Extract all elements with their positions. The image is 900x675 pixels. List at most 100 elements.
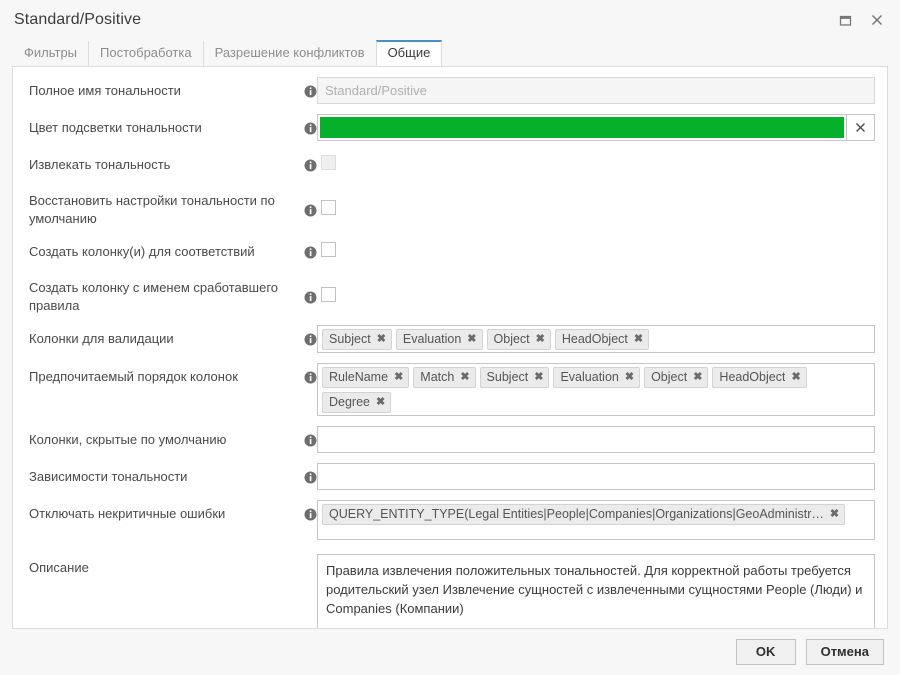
chip-label: Object bbox=[493, 332, 530, 346]
label-validation-columns: Колонки для валидации bbox=[17, 325, 317, 348]
chip-remove-icon[interactable]: ✖ bbox=[693, 369, 702, 385]
restore-window-button[interactable] bbox=[832, 7, 858, 33]
chip-label: Evaluation bbox=[560, 370, 619, 384]
form-row-description: Описание Правила извлечения положительны… bbox=[17, 554, 875, 628]
chip[interactable]: Subject ✖ bbox=[322, 329, 392, 350]
hidden-columns-input[interactable] bbox=[317, 426, 875, 453]
tonality-dependencies-input[interactable] bbox=[317, 463, 875, 490]
chip[interactable]: RuleName ✖ bbox=[322, 367, 410, 388]
info-icon[interactable] bbox=[304, 159, 317, 172]
tab-general[interactable]: Общие bbox=[375, 40, 443, 66]
field-full-name bbox=[317, 77, 875, 104]
color-swatch-button[interactable] bbox=[317, 114, 847, 141]
chip-remove-icon[interactable]: ✖ bbox=[377, 331, 386, 347]
cancel-button[interactable]: Отмена bbox=[805, 639, 884, 665]
form-row-highlight-color: Цвет подсветки тональности bbox=[17, 114, 875, 141]
field-suppress-errors: QUERY_ENTITY_TYPE(Legal Entities|People|… bbox=[317, 500, 875, 540]
chip[interactable]: Subject ✖ bbox=[479, 367, 550, 388]
chip[interactable]: Match ✖ bbox=[413, 367, 476, 388]
info-icon[interactable] bbox=[304, 371, 317, 384]
chip-remove-icon[interactable]: ✖ bbox=[625, 369, 634, 385]
chip-remove-icon[interactable]: ✖ bbox=[791, 369, 800, 385]
chip-label: Match bbox=[420, 370, 455, 384]
form-row-preferred-column-order: Предпочитаемый порядок колонок RuleName ✖… bbox=[17, 363, 875, 416]
field-restore-defaults bbox=[317, 187, 875, 215]
info-icon[interactable] bbox=[304, 508, 317, 521]
window-controls bbox=[832, 7, 890, 33]
chip-label: Subject bbox=[329, 332, 371, 346]
field-create-rule-name-column bbox=[317, 274, 875, 302]
chip-label: Degree bbox=[329, 395, 370, 409]
info-icon[interactable] bbox=[304, 333, 317, 346]
info-icon[interactable] bbox=[304, 291, 317, 304]
label-preferred-column-order: Предпочитаемый порядок колонок bbox=[17, 363, 317, 386]
chip[interactable]: QUERY_ENTITY_TYPE(Legal Entities|People|… bbox=[322, 504, 846, 525]
tab-postprocessing[interactable]: Постобработка bbox=[88, 41, 203, 66]
create-match-columns-checkbox[interactable] bbox=[321, 242, 336, 257]
label-description-text: Описание bbox=[29, 560, 89, 575]
preferred-column-order-chip-field[interactable]: RuleName ✖ Match ✖ Subject ✖ Evaluation ✖ Object… bbox=[317, 363, 875, 416]
chip-remove-icon[interactable]: ✖ bbox=[536, 331, 545, 347]
form-row-create-match-columns: Создать колонку(и) для соответствий bbox=[17, 238, 875, 264]
label-description: Описание bbox=[17, 554, 317, 577]
form-row-restore-defaults: Восстановить настройки тональности по ум… bbox=[17, 187, 875, 228]
close-window-button[interactable] bbox=[864, 7, 890, 33]
info-icon[interactable] bbox=[304, 204, 317, 217]
clear-color-button[interactable] bbox=[847, 114, 875, 141]
description-textarea[interactable]: Правила извлечения положительных тональн… bbox=[317, 554, 875, 628]
settings-form: Полное имя тональности Цвет подсветки то… bbox=[13, 67, 887, 628]
chip[interactable]: Evaluation ✖ bbox=[553, 367, 641, 388]
create-rule-name-column-checkbox[interactable] bbox=[321, 287, 336, 302]
chip-remove-icon[interactable]: ✖ bbox=[534, 369, 543, 385]
field-description: Правила извлечения положительных тональн… bbox=[317, 554, 875, 628]
chip-remove-icon[interactable]: ✖ bbox=[376, 394, 385, 410]
label-hidden-columns: Колонки, скрытые по умолчанию bbox=[17, 426, 317, 449]
chip[interactable]: Degree ✖ bbox=[322, 392, 392, 413]
close-icon bbox=[856, 123, 865, 132]
label-tonality-dependencies-text: Зависимости тональности bbox=[29, 469, 188, 484]
field-tonality-dependencies bbox=[317, 463, 875, 490]
chip-remove-icon[interactable]: ✖ bbox=[830, 506, 839, 522]
close-icon bbox=[871, 14, 883, 26]
extract-tonality-checkbox[interactable] bbox=[321, 155, 336, 170]
chip-remove-icon[interactable]: ✖ bbox=[460, 369, 469, 385]
info-icon[interactable] bbox=[304, 85, 317, 98]
label-validation-columns-text: Колонки для валидации bbox=[29, 331, 174, 346]
color-picker[interactable] bbox=[317, 114, 875, 141]
label-full-name-text: Полное имя тональности bbox=[29, 83, 181, 98]
chip[interactable]: HeadObject ✖ bbox=[712, 367, 807, 388]
suppress-errors-chip-field[interactable]: QUERY_ENTITY_TYPE(Legal Entities|People|… bbox=[317, 500, 875, 540]
chip[interactable]: Evaluation ✖ bbox=[395, 329, 483, 350]
info-icon[interactable] bbox=[304, 434, 317, 447]
chip-remove-icon[interactable]: ✖ bbox=[467, 331, 476, 347]
label-preferred-column-order-text: Предпочитаемый порядок колонок bbox=[29, 369, 238, 384]
tab-filters[interactable]: Фильтры bbox=[14, 41, 88, 66]
restore-icon bbox=[839, 15, 851, 26]
chip-label: Subject bbox=[486, 370, 529, 384]
chip[interactable]: HeadObject ✖ bbox=[554, 329, 650, 350]
full-name-input[interactable] bbox=[317, 77, 875, 104]
chip-remove-icon[interactable]: ✖ bbox=[634, 331, 643, 347]
info-icon[interactable] bbox=[304, 246, 317, 259]
chip-label: HeadObject bbox=[561, 332, 628, 346]
label-create-match-columns-text: Создать колонку(и) для соответствий bbox=[29, 244, 255, 259]
label-create-match-columns: Создать колонку(и) для соответствий bbox=[17, 238, 317, 261]
title-bar: Standard/Positive bbox=[0, 0, 900, 40]
chip[interactable]: Object ✖ bbox=[486, 329, 551, 350]
label-highlight-color: Цвет подсветки тональности bbox=[17, 114, 317, 137]
field-create-match-columns bbox=[317, 238, 875, 257]
label-create-rule-name-column-text: Создать колонку с именем сработавшего пр… bbox=[29, 280, 279, 313]
validation-columns-chip-field[interactable]: Subject ✖ Evaluation ✖ Object ✖ HeadObject ✖ bbox=[317, 325, 875, 353]
label-suppress-errors: Отключать некритичные ошибки bbox=[17, 500, 317, 523]
info-icon[interactable] bbox=[304, 122, 317, 135]
page-title: Standard/Positive bbox=[14, 11, 142, 28]
form-row-validation-columns: Колонки для валидации Subject ✖ Evaluation… bbox=[17, 325, 875, 353]
restore-defaults-checkbox[interactable] bbox=[321, 200, 336, 215]
info-icon[interactable] bbox=[304, 471, 317, 484]
label-tonality-dependencies: Зависимости тональности bbox=[17, 463, 317, 486]
tab-conflict-resolution[interactable]: Разрешение конфликтов bbox=[202, 41, 376, 66]
ok-button[interactable]: OK bbox=[735, 639, 796, 665]
chip[interactable]: Object ✖ bbox=[644, 367, 709, 388]
chip-label: HeadObject bbox=[719, 370, 786, 384]
chip-remove-icon[interactable]: ✖ bbox=[394, 369, 403, 385]
